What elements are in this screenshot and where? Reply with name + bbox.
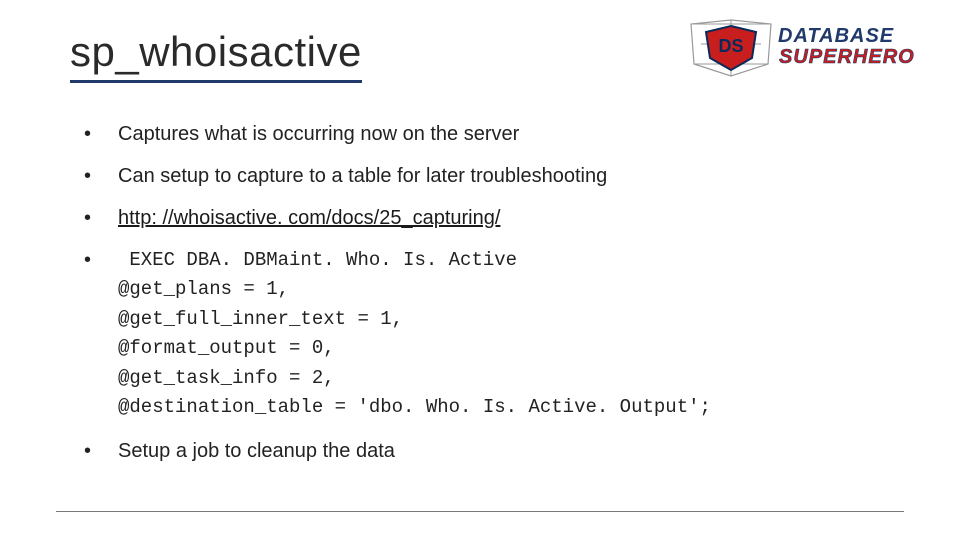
bullet-item: Setup a job to cleanup the data xyxy=(78,437,900,465)
bullet-item-code: EXEC DBA. DBMaint. Who. Is. Active @get_… xyxy=(78,246,900,423)
logo-text: DATABASE SUPERHERO xyxy=(778,25,915,68)
bullet-link[interactable]: http: //whoisactive. com/docs/25_capturi… xyxy=(118,207,500,229)
bullet-text: Can setup to capture to a table for late… xyxy=(118,165,607,187)
bullet-item: http: //whoisactive. com/docs/25_capturi… xyxy=(78,204,900,232)
code-line: @format_output = 0, xyxy=(118,337,335,359)
code-line: EXEC DBA. DBMaint. Who. Is. Active xyxy=(118,249,517,271)
slide-title: sp_whoisactive xyxy=(70,28,362,83)
bullet-text: Captures what is occurring now on the se… xyxy=(118,123,519,145)
logo-badge-text: DS xyxy=(718,36,743,56)
bullet-text: Setup a job to cleanup the data xyxy=(118,440,395,462)
slide: sp_whoisactive DS DATABASE SUPERHERO xyxy=(0,0,960,540)
code-line: @get_task_info = 2, xyxy=(118,367,335,389)
bullet-list: Captures what is occurring now on the se… xyxy=(78,120,900,465)
svg-text:SUPERHERO: SUPERHERO xyxy=(779,46,915,68)
svg-text:DATABASE: DATABASE xyxy=(778,25,894,47)
code-line: @get_full_inner_text = 1, xyxy=(118,308,403,330)
footer-divider xyxy=(56,511,904,512)
code-block: EXEC DBA. DBMaint. Who. Is. Active @get_… xyxy=(118,246,900,423)
bullet-item: Can setup to capture to a table for late… xyxy=(78,162,900,190)
code-line: @destination_table = 'dbo. Who. Is. Acti… xyxy=(118,396,711,418)
code-line: @get_plans = 1, xyxy=(118,278,289,300)
content-area: Captures what is occurring now on the se… xyxy=(78,120,900,479)
bullet-item: Captures what is occurring now on the se… xyxy=(78,120,900,148)
logo-database-superhero: DS DATABASE SUPERHERO xyxy=(686,14,936,84)
logo-shield-icon: DS xyxy=(706,26,756,70)
